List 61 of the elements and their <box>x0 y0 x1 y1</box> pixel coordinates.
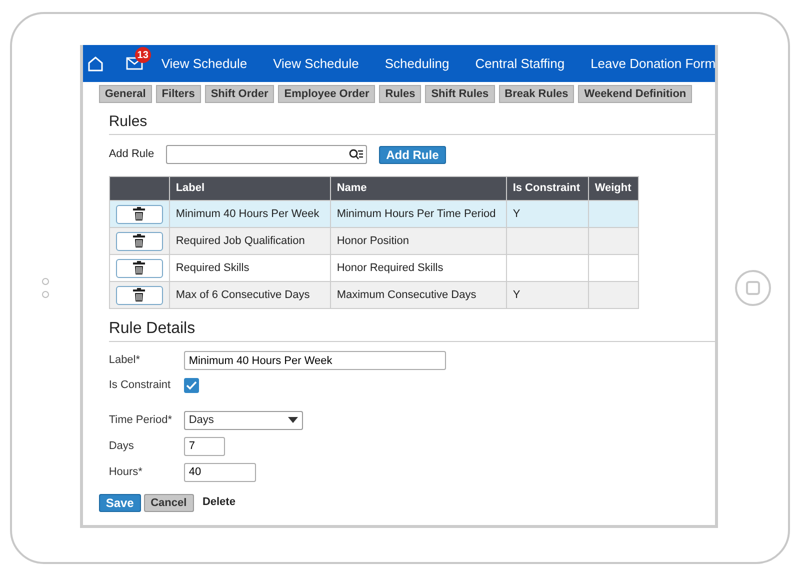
home-icon[interactable] <box>86 56 104 72</box>
column-header: Label <box>169 176 330 200</box>
notification-badge: 13 <box>134 47 151 63</box>
checkbox[interactable] <box>184 378 199 393</box>
table-cell: Y <box>506 282 588 308</box>
delete-button[interactable] <box>116 204 163 224</box>
search-field[interactable] <box>166 145 368 164</box>
tab-button[interactable]: Rules <box>379 85 422 103</box>
field-label: Add Rule <box>108 147 154 162</box>
mail-icon[interactable] <box>126 57 143 70</box>
delete-button[interactable] <box>116 286 163 304</box>
field-label: Label* <box>108 353 142 368</box>
camera-dot-icon <box>42 291 50 298</box>
trash-icon <box>132 261 146 275</box>
dropdown-value: Days <box>188 412 214 428</box>
add-rule-button[interactable]: Add Rule <box>379 146 446 164</box>
cancel-button[interactable]: Cancel <box>144 494 194 512</box>
trash-icon <box>132 288 146 302</box>
field-label: Time Period* <box>108 412 173 428</box>
tab-button[interactable]: Shift Rules <box>425 85 495 103</box>
trash-icon <box>132 234 146 248</box>
column-header: Is Constraint <box>506 176 588 200</box>
delete-button[interactable] <box>116 258 163 278</box>
nav-link[interactable]: Leave Donation Form <box>578 54 716 74</box>
delete-link[interactable]: Delete <box>196 494 242 511</box>
table-cell: Required Skills <box>169 254 330 282</box>
tab-button[interactable]: General <box>98 85 152 103</box>
nav-link[interactable]: View Schedule <box>260 54 372 74</box>
caret-icon <box>288 417 298 424</box>
search-icon[interactable] <box>349 149 364 160</box>
table-cell: Minimum 40 Hours Per Week <box>169 200 330 228</box>
table-cell: Y <box>506 200 588 228</box>
input-field[interactable]: 7 <box>184 436 225 456</box>
input-field[interactable]: Minimum 40 Hours Per Week <box>184 351 446 370</box>
column-header: Weight <box>588 176 638 200</box>
nav-link[interactable]: Central Staffing <box>462 54 578 74</box>
tab-button[interactable]: Shift Order <box>204 85 274 103</box>
save-button[interactable]: Save <box>98 494 141 512</box>
table-cell: Honor Position <box>330 228 506 254</box>
field-label: Hours* <box>108 464 144 480</box>
input-field[interactable]: 40 <box>184 462 256 482</box>
section-title: Rule Details <box>108 319 716 342</box>
table-cell: Required Job Qualification <box>169 228 330 254</box>
camera-dot-icon <box>42 278 50 285</box>
tab-button[interactable]: Employee Order <box>278 85 376 103</box>
dropdown[interactable]: Days <box>184 410 303 430</box>
field-label: Is Constraint <box>108 378 172 394</box>
tab-button[interactable]: Break Rules <box>498 85 574 103</box>
table-cell: Max of 6 Consecutive Days <box>169 282 330 308</box>
delete-button[interactable] <box>116 232 163 250</box>
nav-link[interactable]: Scheduling <box>372 54 462 74</box>
table-cell: Minimum Hours Per Time Period <box>330 200 506 228</box>
field-label: Days <box>108 438 135 454</box>
table-cell: Maximum Consecutive Days <box>330 282 506 308</box>
tab-button[interactable]: Weekend Definition <box>578 85 692 103</box>
trash-icon <box>132 207 146 221</box>
column-header: Name <box>330 176 506 200</box>
table-cell: Honor Required Skills <box>330 254 506 282</box>
section-title: Rules <box>108 113 716 135</box>
tab-button[interactable]: Filters <box>156 85 201 103</box>
nav-link[interactable]: View Schedule <box>148 54 260 74</box>
